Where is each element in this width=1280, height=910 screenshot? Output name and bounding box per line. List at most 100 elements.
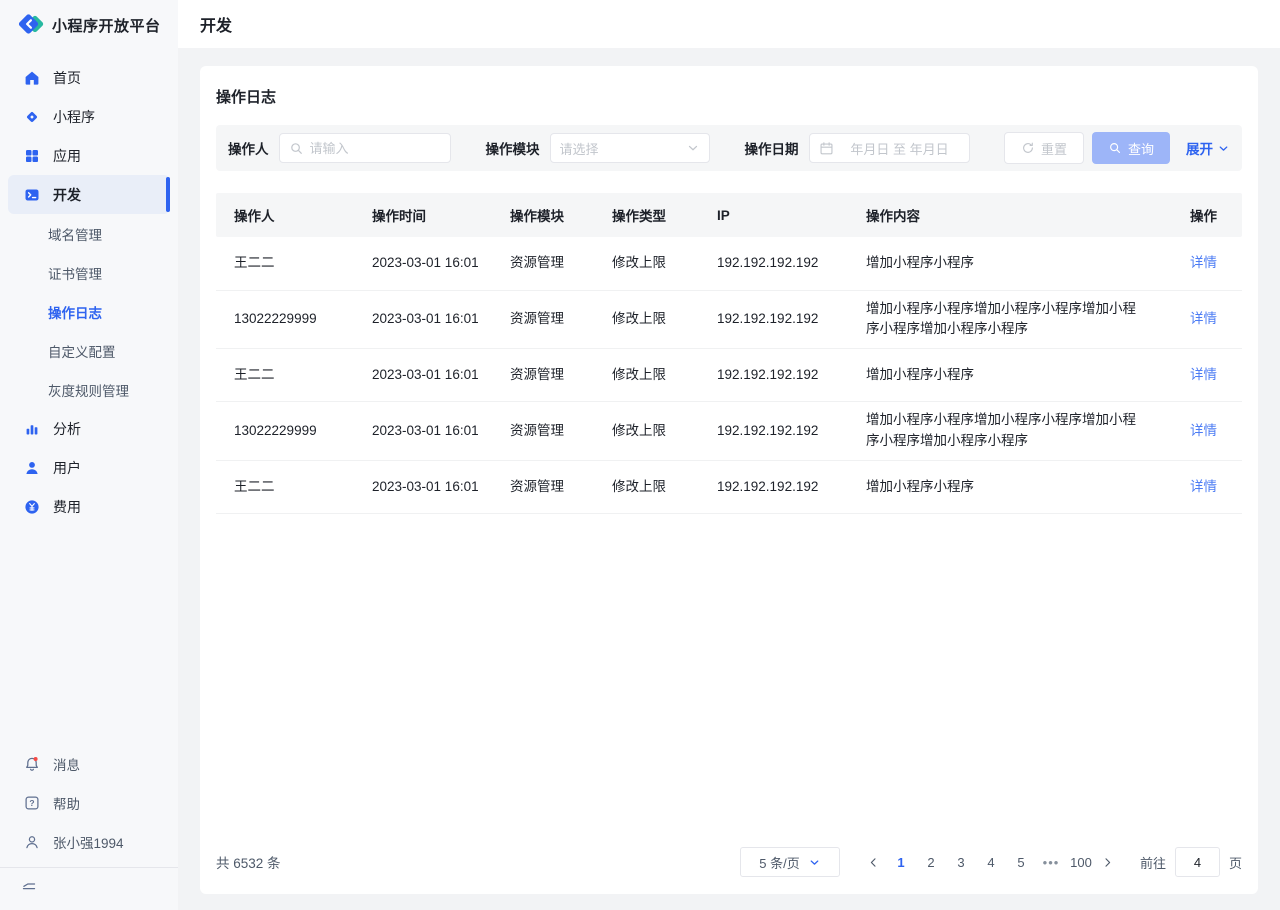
cell-operator: 王二二	[216, 461, 354, 514]
sidebar-item-label: 分析	[53, 419, 81, 439]
total-count: 共 6532 条	[216, 852, 281, 872]
cell-content: 增加小程序小程序增加小程序小程序增加小程序小程序增加小程序小程序	[848, 290, 1172, 349]
sidebar-subitem-certificate[interactable]: 证书管理	[0, 253, 178, 292]
sidebar-item-analysis[interactable]: 分析	[0, 409, 170, 448]
search-button[interactable]: 查询	[1092, 132, 1170, 164]
detail-link[interactable]: 详情	[1190, 367, 1217, 382]
cell-type: 修改上限	[594, 237, 699, 290]
sidebar-item-account[interactable]: 张小强1994	[0, 822, 170, 861]
page-size-value: 5 条/页	[759, 853, 799, 872]
page-size-select[interactable]: 5 条/页	[740, 847, 840, 877]
cell-type: 修改上限	[594, 290, 699, 349]
sidebar-nav: 首页 小程序 应用 开发 域名管理 证书管理 操作日志 自定义配置 灰度规则管理	[0, 50, 178, 744]
sidebar-item-miniprogram[interactable]: 小程序	[0, 97, 170, 136]
sidebar-item-label: 用户	[53, 458, 81, 478]
detail-link[interactable]: 详情	[1190, 479, 1217, 494]
cell-time: 2023-03-01 16:01	[354, 349, 492, 402]
collapse-icon	[20, 879, 38, 895]
next-page-button[interactable]	[1096, 848, 1120, 876]
sidebar-subitem-custom-config[interactable]: 自定义配置	[0, 331, 178, 370]
cell-ip: 192.192.192.192	[699, 402, 848, 461]
operator-search-input[interactable]	[279, 133, 451, 163]
col-operator: 操作人	[216, 193, 354, 237]
main-area: 开发 操作日志 操作人 操作模块 请选择	[178, 0, 1280, 910]
sidebar-item-home[interactable]: 首页	[0, 58, 170, 97]
terminal-icon	[24, 187, 40, 203]
sidebar-footer: 消息 ? 帮助 张小强1994	[0, 744, 178, 910]
sidebar-item-help[interactable]: ? 帮助	[0, 783, 170, 822]
cell-time: 2023-03-01 16:01	[354, 402, 492, 461]
detail-link[interactable]: 详情	[1190, 255, 1217, 270]
page-number[interactable]: 100	[1069, 848, 1093, 876]
empty-space	[216, 514, 1242, 846]
filter-bar: 操作人 操作模块 请选择 操作日期	[216, 125, 1242, 171]
home-icon	[24, 70, 40, 86]
sidebar-subitem-domain[interactable]: 域名管理	[0, 214, 178, 253]
goto-page-input[interactable]	[1175, 847, 1220, 877]
sidebar-item-apps[interactable]: 应用	[0, 136, 170, 175]
search-icon	[289, 141, 304, 156]
page-number[interactable]: 2	[919, 848, 943, 876]
table-row: 13022229999 2023-03-01 16:01 资源管理 修改上限 1…	[216, 290, 1242, 349]
cell-ip: 192.192.192.192	[699, 349, 848, 402]
col-module: 操作模块	[492, 193, 594, 237]
col-time: 操作时间	[354, 193, 492, 237]
sidebar-subitem-operation-log[interactable]: 操作日志	[0, 292, 178, 331]
page-number[interactable]: 1	[889, 848, 913, 876]
more-pages-ellipsis[interactable]: •••	[1039, 848, 1063, 876]
detail-link[interactable]: 详情	[1190, 423, 1217, 438]
cell-type: 修改上限	[594, 402, 699, 461]
date-range-picker[interactable]: 年月日 至 年月日	[809, 133, 970, 163]
sidebar: 小程序开放平台 首页 小程序 应用 开发 域名管理	[0, 0, 178, 910]
module-select[interactable]: 请选择	[550, 133, 710, 163]
goto-page: 前往 页	[1140, 847, 1242, 877]
sidebar-subitem-label: 操作日志	[48, 302, 102, 322]
content: 操作日志 操作人 操作模块 请选择 操作日期	[178, 48, 1280, 910]
pagination: 共 6532 条 5 条/页 1 2 3	[216, 846, 1242, 878]
page-number[interactable]: 4	[979, 848, 1003, 876]
help-icon: ?	[24, 795, 40, 811]
cell-content: 增加小程序小程序	[848, 237, 1172, 290]
filter-actions: 重置 查询 展开	[1004, 132, 1230, 164]
sidebar-item-label: 费用	[53, 497, 81, 517]
cell-content: 增加小程序小程序	[848, 349, 1172, 402]
operator-input-field[interactable]	[310, 141, 441, 156]
sidebar-item-users[interactable]: 用户	[0, 448, 170, 487]
cell-module: 资源管理	[492, 402, 594, 461]
sidebar-subitem-label: 自定义配置	[48, 341, 116, 361]
cell-ip: 192.192.192.192	[699, 237, 848, 290]
collapse-sidebar-button[interactable]	[0, 868, 178, 906]
sidebar-item-develop[interactable]: 开发	[8, 175, 170, 214]
reset-button-label: 重置	[1041, 139, 1067, 158]
prev-page-button[interactable]	[862, 848, 886, 876]
sidebar-item-messages[interactable]: 消息	[0, 744, 170, 783]
sidebar-item-billing[interactable]: 费用	[0, 487, 170, 526]
operator-filter-label: 操作人	[228, 138, 269, 158]
page-number[interactable]: 3	[949, 848, 973, 876]
date-range-placeholder: 年月日 至 年月日	[840, 139, 960, 158]
cell-time: 2023-03-01 16:01	[354, 461, 492, 514]
chevron-down-icon	[808, 856, 821, 869]
date-filter-label: 操作日期	[745, 138, 799, 158]
user-icon	[24, 460, 40, 476]
sidebar-item-label: 帮助	[53, 793, 80, 813]
sidebar-subitem-label: 灰度规则管理	[48, 380, 129, 400]
cell-ip: 192.192.192.192	[699, 290, 848, 349]
page-title: 开发	[200, 12, 232, 36]
sidebar-subitem-gray-rules[interactable]: 灰度规则管理	[0, 370, 178, 409]
sidebar-item-label: 消息	[53, 754, 80, 774]
reset-button[interactable]: 重置	[1004, 132, 1084, 164]
detail-link[interactable]: 详情	[1190, 311, 1217, 326]
brand: 小程序开放平台	[0, 0, 178, 50]
sidebar-item-label: 张小强1994	[53, 832, 124, 852]
table-row: 王二二 2023-03-01 16:01 资源管理 修改上限 192.192.1…	[216, 237, 1242, 290]
cell-operator: 13022229999	[216, 290, 354, 349]
page-number[interactable]: 5	[1009, 848, 1033, 876]
sidebar-item-label: 小程序	[53, 107, 95, 127]
search-button-label: 查询	[1128, 139, 1154, 158]
cell-time: 2023-03-01 16:01	[354, 290, 492, 349]
operation-log-table: 操作人 操作时间 操作模块 操作类型 IP 操作内容 操作 王二二 2023-0	[216, 193, 1242, 514]
chevron-down-icon	[1217, 142, 1230, 155]
cell-module: 资源管理	[492, 349, 594, 402]
expand-filters-toggle[interactable]: 展开	[1186, 138, 1230, 158]
